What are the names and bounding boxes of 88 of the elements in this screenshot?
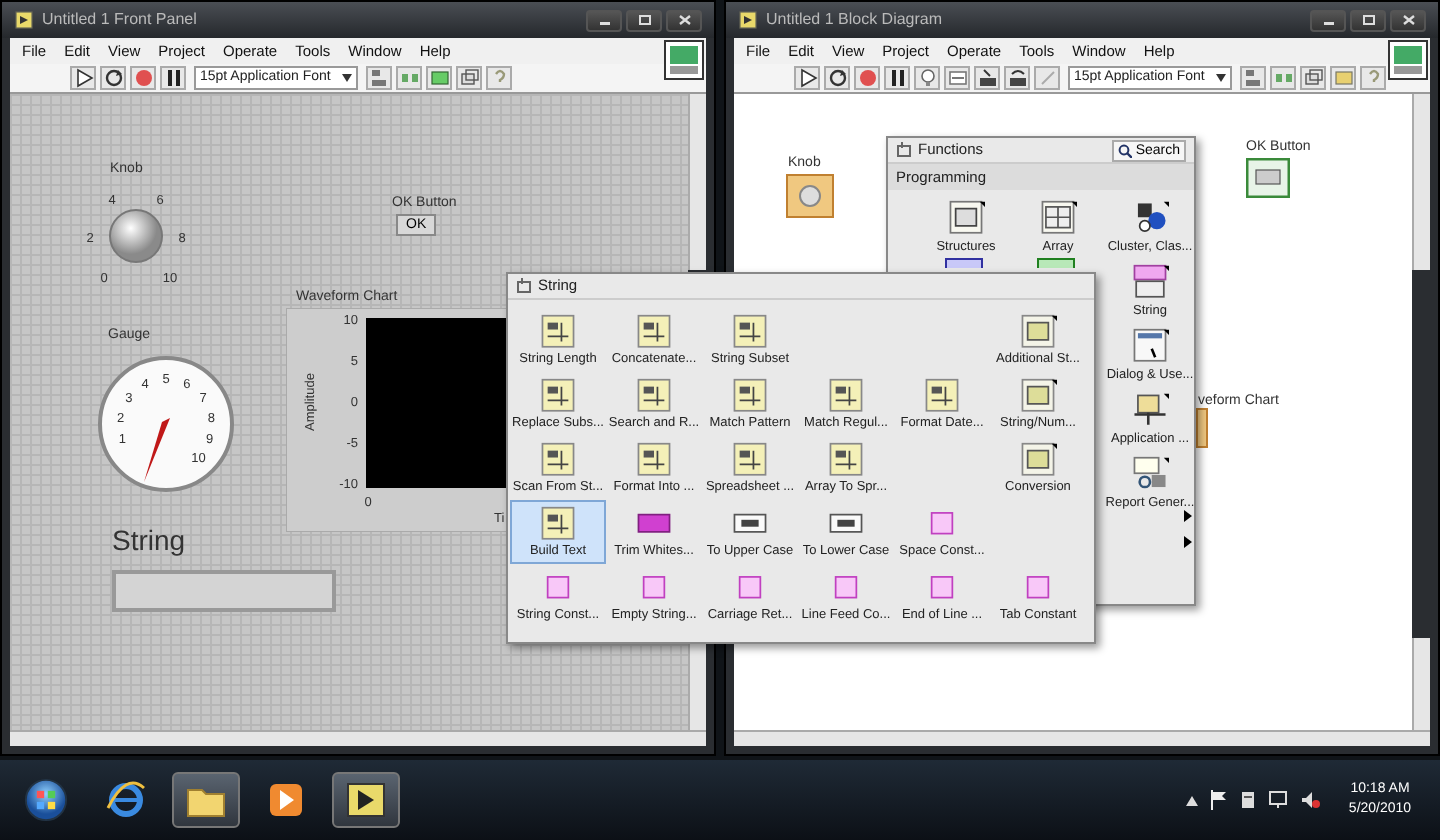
question-mark-icon — [489, 68, 510, 88]
palette-icon — [1128, 456, 1172, 491]
stack-icon — [459, 68, 480, 88]
align-objects-button[interactable] — [366, 66, 393, 90]
diagram-icon — [1333, 68, 1354, 88]
resize-objects-button[interactable] — [426, 66, 453, 90]
palette-icon — [1036, 200, 1080, 235]
stack-icon — [1303, 68, 1324, 88]
vertical-scrollbar[interactable] — [688, 638, 706, 730]
stop-sign-icon — [133, 68, 153, 88]
distribute-objects-button[interactable] — [396, 66, 423, 90]
button-terminal[interactable] — [1246, 158, 1290, 198]
vertical-scrollbar[interactable] — [1412, 94, 1430, 270]
circular-arrows-icon — [827, 68, 847, 88]
align-objects-button[interactable] — [1240, 66, 1267, 90]
app-icon — [14, 10, 34, 30]
close-button[interactable] — [1390, 9, 1426, 31]
pause-button[interactable] — [160, 66, 186, 90]
pin-icon[interactable] — [516, 278, 532, 294]
speaker-icon[interactable] — [1300, 790, 1320, 810]
palette-icon — [1128, 264, 1172, 299]
question-mark-icon — [1363, 68, 1384, 88]
minimize-button[interactable] — [586, 9, 622, 31]
palette-icon — [944, 200, 988, 235]
windows-logo-icon — [24, 776, 68, 824]
maximize-button[interactable] — [626, 9, 662, 31]
taskbar-app-button[interactable] — [332, 772, 400, 828]
gauge-needle — [144, 418, 170, 482]
context-help-button[interactable] — [486, 66, 513, 90]
resize-icon — [429, 68, 450, 88]
run-continuously-button[interactable] — [100, 66, 126, 90]
step-over-button[interactable] — [1004, 66, 1030, 90]
flag-icon[interactable] — [1210, 790, 1228, 810]
taskbar-app-button[interactable] — [172, 772, 240, 828]
app-icon — [346, 782, 386, 818]
network-icon[interactable] — [1268, 790, 1288, 810]
more-arrow-icon[interactable] — [1184, 510, 1192, 550]
distribute-icon — [399, 68, 420, 88]
clean-up-diagram-button[interactable] — [1330, 66, 1357, 90]
step-icon — [1007, 68, 1027, 88]
control-label: String — [112, 522, 186, 560]
stop-sign-icon — [857, 68, 877, 88]
close-icon — [677, 14, 691, 26]
circular-arrows-icon — [103, 68, 123, 88]
step-into-button[interactable] — [974, 66, 1000, 90]
retain-values-button[interactable] — [944, 66, 970, 90]
horizontal-scrollbar[interactable] — [734, 730, 1430, 746]
highlight-execution-button[interactable] — [914, 66, 940, 90]
palette-icon — [1128, 328, 1172, 363]
show-hidden-icons-icon[interactable] — [1186, 795, 1198, 805]
maximize-button[interactable] — [1350, 9, 1386, 31]
search-icon — [1117, 143, 1132, 157]
step-icon — [1037, 68, 1057, 88]
app-icon — [738, 10, 758, 30]
context-help-button[interactable] — [1360, 66, 1387, 90]
play-icon — [268, 782, 304, 818]
reorder-button[interactable] — [456, 66, 483, 90]
caret-icon — [342, 74, 353, 82]
pin-icon[interactable] — [896, 142, 912, 158]
maximize-icon — [637, 14, 651, 26]
pause-icon — [887, 68, 907, 88]
run-continuously-button[interactable] — [824, 66, 850, 90]
chart-terminal[interactable] — [1196, 408, 1208, 448]
step-icon — [977, 68, 997, 88]
palette-icon — [1128, 392, 1172, 427]
reorder-button[interactable] — [1300, 66, 1327, 90]
maximize-icon — [1361, 14, 1375, 26]
browser-icon — [106, 780, 146, 820]
knob[interactable] — [109, 209, 163, 263]
vertical-scrollbar[interactable] — [1412, 638, 1430, 730]
run-button[interactable] — [794, 66, 820, 90]
distribute-objects-button[interactable] — [1270, 66, 1297, 90]
minimize-button[interactable] — [1310, 9, 1346, 31]
pause-icon — [163, 68, 183, 88]
horizontal-scrollbar[interactable] — [10, 730, 706, 746]
close-button[interactable] — [666, 9, 702, 31]
close-icon — [1401, 14, 1415, 26]
distribute-icon — [1273, 68, 1294, 88]
align-icon — [1243, 68, 1264, 88]
vertical-scrollbar[interactable] — [688, 94, 706, 270]
window-title: Untitled 1 Block Diagram — [766, 8, 943, 32]
window-title: Untitled 1 Front Panel — [42, 8, 197, 32]
pause-button[interactable] — [884, 66, 910, 90]
run-button[interactable] — [70, 66, 96, 90]
align-icon — [369, 68, 390, 88]
gauge-dial — [98, 356, 234, 492]
caret-icon — [1216, 74, 1227, 82]
knob-terminal[interactable] — [786, 174, 834, 218]
